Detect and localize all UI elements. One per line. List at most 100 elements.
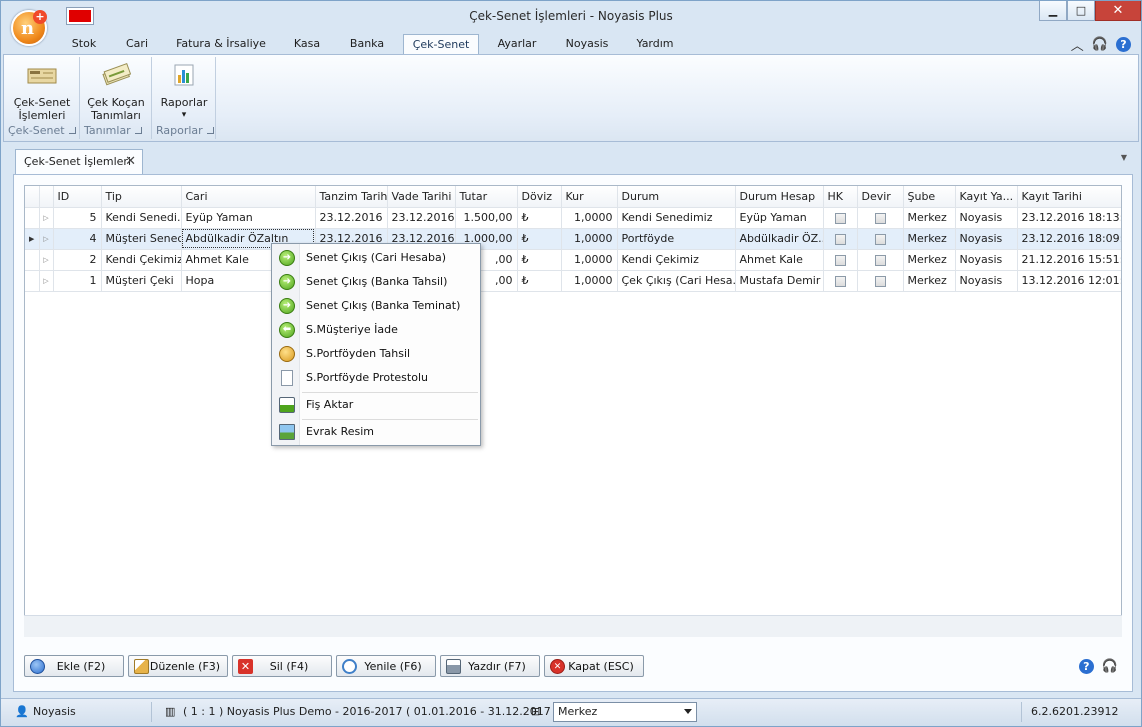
hk-checkbox[interactable] <box>834 254 846 266</box>
headset-icon[interactable]: 🎧 <box>1092 37 1108 52</box>
row-indicator-header <box>25 186 40 208</box>
app-window: n + Çek-Senet İşlemleri - Noyasis Plus ▁ … <box>0 0 1142 727</box>
column-header-sube[interactable]: Şube <box>903 186 956 208</box>
ribbon-group-cek-senet: Çek-Senet İşlemleri Çek-Senet <box>4 57 80 139</box>
column-header-devir[interactable]: Devir <box>857 186 904 208</box>
column-header-cari[interactable]: Cari <box>181 186 316 208</box>
close-button[interactable]: ✕ <box>1095 1 1141 21</box>
check-cheque-icon <box>27 68 57 84</box>
delete-icon: ✕ <box>238 659 253 674</box>
expand-row-icon[interactable]: ▷ <box>39 270 54 292</box>
ribbon-group-raporlar: Raporlar ▾ Raporlar <box>152 57 216 139</box>
row-indicator <box>25 249 40 271</box>
expand-row-icon[interactable]: ▷ <box>39 249 54 271</box>
devir-checkbox[interactable] <box>874 233 886 245</box>
hk-checkbox[interactable] <box>834 275 846 287</box>
table-row[interactable]: ▷ 1 Müşteri Çeki Hopa ,00 ₺ 1,0000 Çek Ç… <box>25 270 1121 292</box>
column-header-kayit-tarihi[interactable]: Kayıt Tarihi <box>1017 186 1121 208</box>
hk-checkbox[interactable] <box>834 212 846 224</box>
coins-icon <box>279 346 295 362</box>
menu-item-portfoyde-protestolu[interactable]: S.Portföyde Protestolu <box>273 367 479 389</box>
title-bar: n + Çek-Senet İşlemleri - Noyasis Plus ▁ … <box>1 1 1141 46</box>
network-icon: ⊞ <box>531 705 541 718</box>
cheque-book-icon <box>102 62 132 86</box>
devir-checkbox[interactable] <box>874 254 886 266</box>
raporlar-dropdown-button[interactable]: Raporlar ▾ <box>156 61 212 122</box>
green-arrow-icon: ➜ <box>279 298 295 314</box>
yenile-button[interactable]: Yenile (F6) <box>336 655 436 677</box>
tab-ayarlar[interactable]: Ayarlar <box>489 34 545 54</box>
hk-checkbox[interactable] <box>834 233 846 245</box>
column-header-vade-tarihi[interactable]: Vade Tarihi <box>387 186 456 208</box>
tab-banka[interactable]: Banka <box>341 34 393 54</box>
column-header-durum-hesap[interactable]: Durum Hesap <box>735 186 824 208</box>
tab-cari[interactable]: Cari <box>115 34 159 54</box>
menu-item-senet-cikis-banka-tahsil[interactable]: ➜ Senet Çıkış (Banka Tahsil) <box>273 271 479 293</box>
app-logo[interactable]: n + <box>11 10 47 46</box>
sil-button[interactable]: ✕ Sil (F4) <box>232 655 332 677</box>
tab-stok[interactable]: Stok <box>61 34 107 54</box>
branch-select[interactable]: Merkez <box>553 702 697 722</box>
expand-row-icon[interactable]: ▷ <box>39 228 54 250</box>
kapat-button[interactable]: ✕ Kapat (ESC) <box>544 655 644 677</box>
dialog-launcher-icon[interactable] <box>134 127 142 134</box>
currency-cell: ₺ <box>517 249 562 271</box>
tab-kasa[interactable]: Kasa <box>283 34 331 54</box>
currency-cell: ₺ <box>517 207 562 229</box>
dialog-launcher-icon[interactable] <box>206 127 214 134</box>
devir-checkbox[interactable] <box>874 212 886 224</box>
column-header-durum[interactable]: Durum <box>617 186 736 208</box>
table-row[interactable]: ▷ 2 Kendi Çekimiz Ahmet Kale ,00 ₺ 1,000… <box>25 249 1121 271</box>
headset-icon[interactable]: 🎧 <box>1102 659 1118 674</box>
column-header-tutar[interactable]: Tutar <box>455 186 518 208</box>
row-indicator <box>25 270 40 292</box>
column-header-hk[interactable]: HK <box>823 186 858 208</box>
tab-cek-senet[interactable]: Çek-Senet <box>403 34 479 54</box>
expand-row-icon[interactable]: ▷ <box>39 207 54 229</box>
document-tab-cek-senet-islemleri[interactable]: Çek-Senet İşlemleri ✕ <box>15 149 143 175</box>
menu-item-musteriye-iade[interactable]: ⬅ S.Müşteriye İade <box>273 319 479 341</box>
collapse-ribbon-icon[interactable]: ︿ <box>1071 35 1084 54</box>
maximize-button[interactable]: □ <box>1067 1 1095 21</box>
cek-senet-grid[interactable]: ID Tip Cari Tanzim Tarihi Vade Tarihi Tu… <box>24 185 1122 637</box>
column-header-doviz[interactable]: Döviz <box>517 186 562 208</box>
close-tab-icon[interactable]: ✕ <box>125 154 136 169</box>
duzenle-button[interactable]: Düzenle (F3) <box>128 655 228 677</box>
window-title: Çek-Senet İşlemleri - Noyasis Plus <box>469 9 673 23</box>
cek-senet-islemleri-button[interactable]: Çek-Senet İşlemleri <box>10 61 74 122</box>
document-tab-strip: Çek-Senet İşlemleri ✕ ▼ <box>3 143 1139 175</box>
export-icon <box>279 397 295 413</box>
dialog-launcher-icon[interactable] <box>68 127 76 134</box>
column-header-kur[interactable]: Kur <box>561 186 618 208</box>
add-icon <box>30 659 45 674</box>
tab-list-dropdown-icon[interactable]: ▼ <box>1121 153 1127 162</box>
help-icon[interactable]: ? <box>1078 659 1094 674</box>
table-row-selected[interactable]: ▶ ▷ 4 Müşteri Senedi Abdülkadir ÖZaltın … <box>25 228 1121 250</box>
column-header-kayit-yapan[interactable]: Kayıt Ya... <box>955 186 1018 208</box>
status-bar: 👤 Noyasis ▥ ( 1 : 1 ) Noyasis Plus Demo … <box>1 698 1141 726</box>
table-row[interactable]: ▷ 5 Kendi Senedi... Eyüp Yaman 23.12.201… <box>25 207 1121 229</box>
tab-fatura-irsaliye[interactable]: Fatura & İrsaliye <box>171 34 271 54</box>
ekle-button[interactable]: Ekle (F2) <box>24 655 124 677</box>
column-header-tanzim-tarihi[interactable]: Tanzim Tarihi <box>315 186 388 208</box>
green-arrow-icon: ➜ <box>279 250 295 266</box>
ribbon-tabs: Stok Cari Fatura & İrsaliye Kasa Banka Ç… <box>1 32 1141 54</box>
menu-item-senet-cikis-cari[interactable]: ➜ Senet Çıkış (Cari Hesaba) <box>273 247 479 269</box>
column-header-tip[interactable]: Tip <box>101 186 182 208</box>
help-icon[interactable]: ? <box>1116 37 1131 52</box>
tab-yardim[interactable]: Yardım <box>627 34 683 54</box>
menu-item-fis-aktar[interactable]: Fiş Aktar <box>273 394 479 416</box>
tab-noyasis[interactable]: Noyasis <box>557 34 617 54</box>
green-arrow-icon: ➜ <box>279 274 295 290</box>
refresh-icon <box>342 659 357 674</box>
menu-item-portfoyden-tahsil[interactable]: S.Portföyden Tahsil <box>273 343 479 365</box>
status-user: Noyasis <box>33 705 76 718</box>
menu-item-senet-cikis-banka-teminat[interactable]: ➜ Senet Çıkış (Banka Teminat) <box>273 295 479 317</box>
column-header-id[interactable]: ID <box>53 186 102 208</box>
devir-checkbox[interactable] <box>874 275 886 287</box>
group-label-cek-senet: Çek-Senet <box>8 124 76 137</box>
yazdir-button[interactable]: Yazdır (F7) <box>440 655 540 677</box>
menu-item-evrak-resim[interactable]: Evrak Resim <box>273 421 479 443</box>
cek-kocan-tanimlari-button[interactable]: Çek Koçan Tanımları <box>84 61 148 122</box>
minimize-button[interactable]: ▁ <box>1039 1 1067 21</box>
